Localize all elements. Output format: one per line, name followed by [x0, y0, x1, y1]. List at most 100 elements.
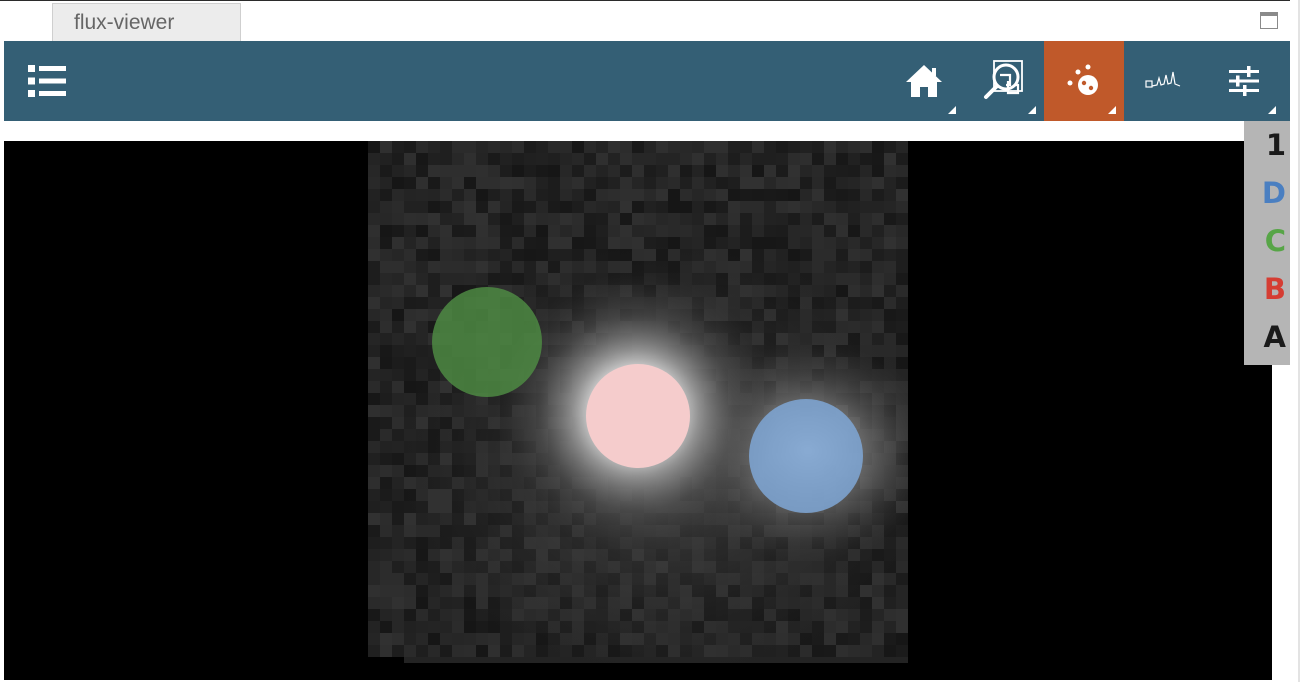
noise-pixel [452, 621, 464, 633]
noise-pixel [884, 213, 896, 225]
legend-item-b[interactable]: B [1244, 265, 1290, 313]
image-viewer[interactable] [4, 141, 1272, 680]
noise-pixel [548, 189, 560, 201]
noise-pixel [488, 189, 500, 201]
noise-pixel [380, 489, 392, 501]
magnify-link-icon [984, 60, 1023, 99]
noise-pixel [884, 165, 896, 177]
noise-pixel [524, 237, 536, 249]
menu-button[interactable] [4, 41, 90, 121]
noise-pixel [392, 513, 404, 525]
noise-pixel [812, 201, 824, 213]
noise-pixel [896, 261, 908, 273]
noise-pixel [440, 609, 452, 621]
noise-pixel [740, 201, 752, 213]
noise-pixel [752, 141, 764, 153]
noise-pixel [896, 633, 908, 645]
aperture-c[interactable] [432, 287, 542, 397]
noise-pixel [416, 573, 428, 585]
tab-flux-viewer[interactable]: flux-viewer [52, 3, 241, 42]
zoom-link-button[interactable] [964, 41, 1044, 121]
noise-pixel [620, 189, 632, 201]
aperture-b[interactable] [586, 364, 690, 468]
noise-pixel [428, 189, 440, 201]
noise-pixel [476, 189, 488, 201]
noise-pixel [872, 609, 884, 621]
noise-pixel [380, 645, 392, 657]
noise-pixel [392, 381, 404, 393]
noise-pixel [500, 189, 512, 201]
noise-pixel [488, 261, 500, 273]
noise-pixel [764, 201, 776, 213]
noise-pixel [392, 309, 404, 321]
noise-pixel [416, 165, 428, 177]
noise-pixel [884, 153, 896, 165]
layer-settings-button[interactable] [1204, 41, 1284, 121]
caret-icon [1108, 106, 1116, 114]
noise-pixel [800, 141, 812, 153]
noise-pixel [812, 177, 824, 189]
noise-pixel [860, 621, 872, 633]
noise-pixel [380, 585, 392, 597]
legend-item-a[interactable]: A [1244, 313, 1290, 361]
noise-pixel [380, 621, 392, 633]
noise-pixel [368, 393, 380, 405]
legend-item-1[interactable]: 1 [1244, 121, 1290, 169]
noise-pixel [716, 165, 728, 177]
noise-pixel [692, 201, 704, 213]
noise-pixel [800, 237, 812, 249]
noise-pixel [368, 345, 380, 357]
noise-pixel [644, 201, 656, 213]
noise-pixel [896, 333, 908, 345]
noise-pixel [824, 261, 836, 273]
tab-strip: flux-viewer [0, 0, 1290, 42]
noise-pixel [752, 189, 764, 201]
noise-pixel [368, 369, 380, 381]
noise-pixel [368, 573, 380, 585]
apertures-button[interactable] [1044, 41, 1124, 121]
noise-pixel [404, 177, 416, 189]
noise-pixel [692, 141, 704, 153]
maximize-icon[interactable] [1260, 12, 1278, 29]
noise-pixel [884, 621, 896, 633]
noise-pixel [452, 645, 464, 657]
noise-pixel [380, 405, 392, 417]
legend-item-d[interactable]: D [1244, 169, 1290, 217]
noise-pixel [380, 477, 392, 489]
noise-pixel [788, 213, 800, 225]
noise-pixel [476, 273, 488, 285]
noise-pixel [380, 237, 392, 249]
noise-pixel [464, 645, 476, 657]
noise-pixel [776, 177, 788, 189]
noise-pixel [452, 609, 464, 621]
home-button[interactable] [884, 41, 964, 121]
noise-pixel [824, 645, 836, 657]
noise-pixel [428, 249, 440, 261]
legend-item-c[interactable]: C [1244, 217, 1290, 265]
noise-pixel [836, 177, 848, 189]
noise-pixel [896, 597, 908, 609]
noise-pixel [788, 249, 800, 261]
image-canvas[interactable] [368, 141, 908, 663]
noise-pixel [500, 165, 512, 177]
noise-pixel [392, 177, 404, 189]
noise-pixel [524, 153, 536, 165]
noise-pixel [404, 645, 416, 657]
noise-pixel [680, 213, 692, 225]
spectrum-button[interactable] [1124, 41, 1204, 121]
noise-pixel [788, 201, 800, 213]
noise-pixel [536, 249, 548, 261]
noise-pixel [728, 213, 740, 225]
noise-pixel [500, 153, 512, 165]
noise-pixel [476, 213, 488, 225]
noise-pixel [704, 177, 716, 189]
noise-pixel [620, 225, 632, 237]
noise-pixel [392, 573, 404, 585]
noise-pixel [440, 285, 452, 297]
aperture-d[interactable] [749, 399, 863, 513]
noise-pixel [728, 165, 740, 177]
noise-pixel [656, 141, 668, 153]
noise-pixel [536, 225, 548, 237]
noise-pixel [896, 609, 908, 621]
noise-pixel [728, 141, 740, 153]
